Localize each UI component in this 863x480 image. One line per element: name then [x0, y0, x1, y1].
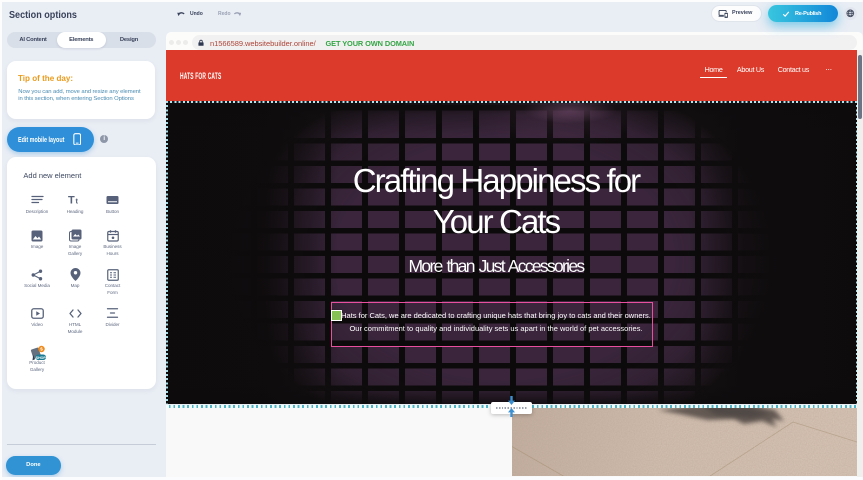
svg-text:T: T — [68, 195, 75, 207]
svg-text:t: t — [76, 197, 79, 206]
